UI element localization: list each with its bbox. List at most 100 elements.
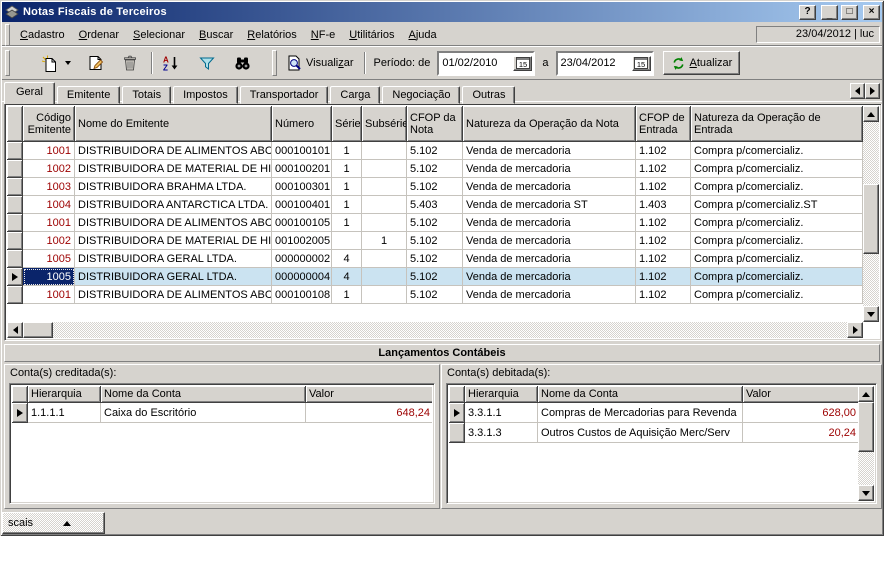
toolbar-grip-handle[interactable] xyxy=(5,50,10,76)
col-header-natureza-da-operacao-da-nota[interactable]: Natureza da Operação da Nota xyxy=(463,106,636,142)
cell-subserie[interactable] xyxy=(362,160,407,178)
tab-carga[interactable]: Carga xyxy=(330,86,380,104)
menu-item-ordenar[interactable]: Ordenar xyxy=(72,27,126,43)
cell-numero[interactable]: 000100108 xyxy=(272,286,332,304)
cell-cfop-de-entrada[interactable]: 1.403 xyxy=(636,196,691,214)
grid-row[interactable]: 1002DISTRIBUIDORA DE MATERIAL DE HIGIENE… xyxy=(7,232,863,250)
sort-button[interactable]: AZ xyxy=(158,51,183,75)
menu-item-buscar[interactable]: Buscar xyxy=(192,27,240,43)
edit-record-button[interactable] xyxy=(83,51,108,75)
col-header-nome-da-conta[interactable]: Nome da Conta xyxy=(538,386,743,403)
cell-natureza-da-operacao-de-entrada[interactable]: Compra p/comercializ. xyxy=(691,160,863,178)
title-bar[interactable]: Notas Fiscais de Terceiros ? _ □ × xyxy=(2,2,882,22)
cell-codigo-emitente[interactable]: 1001 xyxy=(23,286,75,304)
cell-valor[interactable]: 20,24 xyxy=(743,423,858,443)
cell-hierarquia[interactable]: 1.1.1.1 xyxy=(28,403,101,423)
cell-cfop-de-entrada[interactable]: 1.102 xyxy=(636,178,691,196)
cell-serie[interactable]: 1 xyxy=(332,178,362,196)
cell-nome-da-conta[interactable]: Caixa do Escritório xyxy=(101,403,306,423)
scroll-right-button[interactable] xyxy=(847,322,863,338)
menu-item-nf-e[interactable]: NF-e xyxy=(304,27,342,43)
toolbar-grip-handle-2[interactable] xyxy=(272,50,277,76)
tab-geral[interactable]: Geral xyxy=(4,82,55,104)
scrollbar-track[interactable] xyxy=(23,322,847,338)
date-to-value[interactable]: 23/04/2012 xyxy=(558,57,632,69)
cell-numero[interactable]: 000100105 xyxy=(272,214,332,232)
grid-row[interactable]: 1001DISTRIBUIDORA DE ALIMENTOS ABC LTDA.… xyxy=(7,142,863,160)
cell-numero[interactable]: 000000002 xyxy=(272,250,332,268)
cell-subserie[interactable]: 1 xyxy=(362,232,407,250)
filter-button[interactable] xyxy=(194,51,219,75)
tab-negociacao[interactable]: Negociação xyxy=(382,86,460,104)
tab-scroll-left-button[interactable] xyxy=(850,83,865,99)
col-header-numero[interactable]: Número xyxy=(272,106,332,142)
cell-serie[interactable]: 4 xyxy=(332,250,362,268)
cell-numero[interactable]: 000100201 xyxy=(272,160,332,178)
cell-cfop-da-nota[interactable]: 5.102 xyxy=(407,232,463,250)
scrollbar-thumb[interactable] xyxy=(23,322,53,338)
cell-codigo-emitente[interactable]: 1001 xyxy=(23,214,75,232)
scroll-left-button[interactable] xyxy=(7,322,23,338)
cell-subserie[interactable] xyxy=(362,196,407,214)
tab-emitente[interactable]: Emitente xyxy=(57,86,120,104)
cell-nome-do-emitente[interactable]: DISTRIBUIDORA GERAL LTDA. xyxy=(75,250,272,268)
cell-nome-da-conta[interactable]: Compras de Mercadorias para Revenda xyxy=(538,403,743,423)
cell-hierarquia[interactable]: 3.3.1.1 xyxy=(465,403,538,423)
cell-serie[interactable]: 1 xyxy=(332,286,362,304)
grid-row[interactable]: 1005DISTRIBUIDORA GERAL LTDA.00000000245… xyxy=(7,250,863,268)
menu-item-ajuda[interactable]: Ajuda xyxy=(401,27,443,43)
close-button[interactable]: × xyxy=(863,5,880,20)
cell-codigo-emitente[interactable]: 1002 xyxy=(23,160,75,178)
cell-codigo-emitente[interactable]: 1003 xyxy=(23,178,75,196)
grid-row[interactable]: 1001DISTRIBUIDORA DE ALIMENTOS ABC LTDA.… xyxy=(7,286,863,304)
grid-row[interactable]: 1004DISTRIBUIDORA ANTARCTICA LTDA.000100… xyxy=(7,196,863,214)
col-header-nome-da-conta[interactable]: Nome da Conta xyxy=(101,386,306,403)
date-to-field[interactable]: 23/04/2012 15 xyxy=(556,51,654,76)
cell-natureza-da-operacao-de-entrada[interactable]: Compra p/comercializ. xyxy=(691,286,863,304)
date-to-calendar-button[interactable]: 15 xyxy=(632,56,651,71)
cell-natureza-da-operacao-de-entrada[interactable]: Compra p/comercializ.ST xyxy=(691,196,863,214)
grid-row[interactable]: 1005DISTRIBUIDORA GERAL LTDA.00000000445… xyxy=(7,268,863,286)
cell-natureza-da-operacao-da-nota[interactable]: Venda de mercadoria xyxy=(463,142,636,160)
cell-serie[interactable]: 1 xyxy=(332,214,362,232)
cell-cfop-da-nota[interactable]: 5.102 xyxy=(407,250,463,268)
scrollbar-thumb[interactable] xyxy=(863,184,879,254)
cell-nome-do-emitente[interactable]: DISTRIBUIDORA DE ALIMENTOS ABC LTDA. xyxy=(75,214,272,232)
cell-natureza-da-operacao-de-entrada[interactable]: Compra p/comercializ. xyxy=(691,142,863,160)
date-from-calendar-button[interactable]: 15 xyxy=(513,56,532,71)
cell-cfop-de-entrada[interactable]: 1.102 xyxy=(636,268,691,286)
cell-natureza-da-operacao-da-nota[interactable]: Venda de mercadoria xyxy=(463,250,636,268)
cell-cfop-da-nota[interactable]: 5.102 xyxy=(407,286,463,304)
tab-outras[interactable]: Outras xyxy=(462,86,515,104)
cell-subserie[interactable] xyxy=(362,214,407,232)
date-from-value[interactable]: 01/02/2010 xyxy=(439,57,513,69)
cell-nome-do-emitente[interactable]: DISTRIBUIDORA DE MATERIAL DE HIGIENE LTD… xyxy=(75,232,272,250)
tab-transportador[interactable]: Transportador xyxy=(240,86,329,104)
menu-item-utilitarios[interactable]: Utilitários xyxy=(342,27,401,43)
cell-cfop-da-nota[interactable]: 5.102 xyxy=(407,268,463,286)
cell-cfop-de-entrada[interactable]: 1.102 xyxy=(636,160,691,178)
cell-numero[interactable]: 001002005 xyxy=(272,232,332,250)
scroll-up-button[interactable] xyxy=(858,386,874,402)
cell-nome-do-emitente[interactable]: DISTRIBUIDORA ANTARCTICA LTDA. xyxy=(75,196,272,214)
grid-row[interactable]: 3.3.1.3Outros Custos de Aquisição Merc/S… xyxy=(449,423,858,443)
help-button[interactable]: ? xyxy=(799,5,816,20)
atualizar-button[interactable]: Atualizar xyxy=(663,51,741,75)
cell-natureza-da-operacao-da-nota[interactable]: Venda de mercadoria xyxy=(463,160,636,178)
cell-codigo-emitente[interactable]: 1004 xyxy=(23,196,75,214)
cell-codigo-emitente[interactable]: 1005 xyxy=(23,268,75,286)
delete-record-button[interactable] xyxy=(117,51,142,75)
scrollbar-thumb[interactable] xyxy=(858,402,874,452)
grid-row[interactable]: 1002DISTRIBUIDORA DE MATERIAL DE HIGIENE… xyxy=(7,160,863,178)
cell-subserie[interactable] xyxy=(362,178,407,196)
cell-natureza-da-operacao-da-nota[interactable]: Venda de mercadoria ST xyxy=(463,196,636,214)
cell-subserie[interactable] xyxy=(362,286,407,304)
menu-item-cadastro[interactable]: Cadastro xyxy=(13,27,72,43)
col-header-hierarquia[interactable]: Hierarquia xyxy=(28,386,101,403)
cell-subserie[interactable] xyxy=(362,250,407,268)
cell-subserie[interactable] xyxy=(362,142,407,160)
cell-cfop-da-nota[interactable]: 5.102 xyxy=(407,160,463,178)
menu-item-relatorios[interactable]: Relatórios xyxy=(240,27,304,43)
grid-row[interactable]: 3.3.1.1Compras de Mercadorias para Reven… xyxy=(449,403,858,423)
cell-cfop-de-entrada[interactable]: 1.102 xyxy=(636,232,691,250)
